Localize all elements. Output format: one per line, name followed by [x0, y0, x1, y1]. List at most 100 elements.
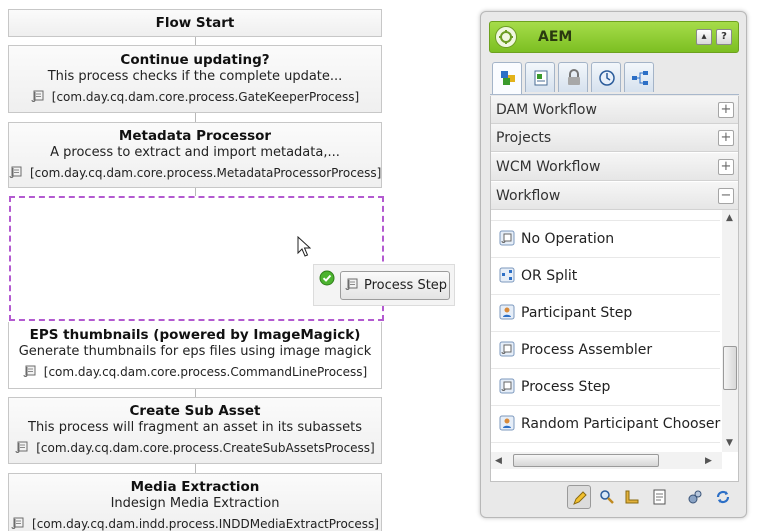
scroll-icon	[9, 165, 24, 179]
group-label: Workflow	[496, 188, 561, 204]
sidekick-panel[interactable]: AEM ▴ ? DAM Workflow + Projects + WCM Work…	[480, 11, 747, 518]
check-icon	[319, 270, 335, 289]
vertical-scrollbar[interactable]: ▲ ▼	[722, 210, 738, 452]
magnifier-icon	[600, 490, 614, 504]
refresh-icon	[716, 490, 730, 504]
list-item[interactable]: OR Split	[491, 258, 720, 295]
lock-icon	[568, 69, 580, 85]
group-label: Projects	[496, 130, 552, 146]
scroll-icon	[23, 364, 38, 378]
list-item[interactable]: Process Step	[491, 369, 720, 406]
scroll-icon	[15, 440, 30, 454]
workflow-step[interactable]: EPS thumbnails (powered by ImageMagick) …	[8, 322, 382, 389]
scroll-icon	[499, 230, 515, 246]
flow-start-label: Flow Start	[155, 15, 235, 31]
item-label: Process Step	[521, 379, 611, 395]
workflow-icon	[632, 71, 648, 85]
scroll-thumb[interactable]	[723, 346, 737, 390]
connector-line	[195, 464, 196, 473]
group-workflow[interactable]: Workflow −	[491, 182, 738, 210]
connector-line	[195, 389, 196, 397]
step-title: Metadata Processor	[118, 128, 272, 144]
scroll-icon	[499, 341, 515, 357]
page-icon	[534, 70, 548, 86]
step-description: This process checks if the complete upda…	[47, 69, 343, 84]
collapse-button[interactable]: ▴	[696, 29, 712, 45]
flow-start-node[interactable]: Flow Start	[8, 9, 382, 37]
step-description: Indesign Media Extraction	[110, 496, 280, 511]
item-label: Random Participant Chooser	[521, 416, 721, 432]
clock-icon	[599, 70, 615, 86]
gears-icon	[688, 490, 702, 504]
collapse-button[interactable]: −	[718, 188, 734, 204]
step-description: Generate thumbnails for eps files using …	[18, 344, 372, 359]
mouse-cursor-icon	[297, 235, 312, 261]
scroll-icon	[11, 516, 26, 530]
list-item[interactable]: No Operation	[491, 221, 720, 258]
tab-components[interactable]	[492, 62, 522, 94]
expand-button[interactable]: +	[718, 130, 734, 146]
refresh-button[interactable]	[711, 485, 735, 509]
step-class-name: [com.day.cq.dam.core.process.MetadataPro…	[30, 166, 382, 180]
preview-mode-button[interactable]	[595, 485, 619, 509]
scroll-left-arrow-icon[interactable]: ◀	[495, 456, 502, 466]
component-list[interactable]: No Operation OR Split Participant Step P…	[491, 210, 721, 452]
properties-button[interactable]	[647, 485, 671, 509]
list-item[interactable]	[491, 210, 720, 221]
scroll-right-arrow-icon[interactable]: ▶	[705, 456, 712, 466]
step-class-name: [com.day.cq.dam.core.process.CreateSubAs…	[36, 441, 375, 455]
scroll-icon	[31, 89, 46, 103]
settings-button[interactable]	[683, 485, 707, 509]
edit-mode-button[interactable]	[567, 485, 591, 509]
workflow-step[interactable]: Create Sub Asset This process will fragm…	[8, 397, 382, 464]
expand-button[interactable]: +	[718, 159, 734, 175]
sidekick-header[interactable]: AEM ▴ ?	[489, 21, 739, 53]
scroll-icon	[345, 274, 360, 290]
step-class-name: [com.day.cq.dam.core.process.GateKeeperP…	[51, 90, 360, 104]
workflow-step[interactable]: Continue updating? This process checks i…	[8, 45, 382, 113]
item-label: Process Assembler	[521, 342, 653, 358]
aem-logo-icon	[495, 26, 517, 48]
group-projects[interactable]: Projects +	[491, 124, 738, 152]
design-mode-button[interactable]	[620, 485, 644, 509]
list-item[interactable]: Process Assembler	[491, 332, 720, 369]
group-label: WCM Workflow	[496, 159, 601, 175]
group-dam-workflow[interactable]: DAM Workflow +	[491, 96, 738, 124]
participant-icon	[499, 415, 515, 431]
ruler-icon	[625, 490, 639, 504]
step-title: Continue updating?	[120, 52, 270, 68]
sidekick-title: AEM	[538, 29, 573, 45]
scroll-thumb[interactable]	[513, 454, 659, 467]
tab-versioning[interactable]	[591, 62, 621, 92]
step-description: This process will fragment an asset in i…	[28, 420, 362, 435]
step-class-name: [com.day.cq.dam.core.process.CommandLine…	[43, 365, 368, 379]
document-icon	[653, 489, 666, 505]
step-description: A process to extract and import metadata…	[50, 145, 340, 160]
sidekick-toolbar	[490, 482, 739, 512]
expand-button[interactable]: +	[718, 102, 734, 118]
tab-workflow[interactable]	[624, 62, 654, 92]
participant-icon	[499, 304, 515, 320]
item-label: No Operation	[521, 231, 615, 247]
drag-proxy[interactable]: Process Step	[313, 264, 455, 306]
item-label: OR Split	[521, 268, 578, 284]
list-item[interactable]: Random Participant Chooser	[491, 406, 720, 443]
step-title: EPS thumbnails (powered by ImageMagick)	[29, 327, 361, 343]
item-label: Participant Step	[521, 305, 633, 321]
tab-page[interactable]	[525, 62, 555, 92]
workflow-step[interactable]: Metadata Processor A process to extract …	[8, 122, 382, 188]
pencil-icon	[573, 491, 587, 505]
group-label: DAM Workflow	[496, 102, 597, 118]
sidekick-tabs	[490, 60, 739, 95]
group-wcm-workflow[interactable]: WCM Workflow +	[491, 153, 738, 181]
step-class-name: [com.day.cq.dam.indd.process.INDDMediaEx…	[32, 517, 379, 531]
workflow-step[interactable]: Media Extraction Indesign Media Extracti…	[8, 473, 382, 531]
scroll-down-arrow-icon[interactable]: ▼	[726, 438, 733, 448]
horizontal-scrollbar[interactable]: ◀ ▶	[491, 452, 722, 469]
components-icon	[501, 71, 515, 85]
scroll-up-arrow-icon[interactable]: ▲	[726, 213, 733, 223]
process-step-drag-button[interactable]: Process Step	[340, 271, 450, 300]
list-item[interactable]: Participant Step	[491, 295, 720, 332]
tab-permissions[interactable]	[558, 62, 588, 92]
help-button[interactable]: ?	[716, 29, 732, 45]
